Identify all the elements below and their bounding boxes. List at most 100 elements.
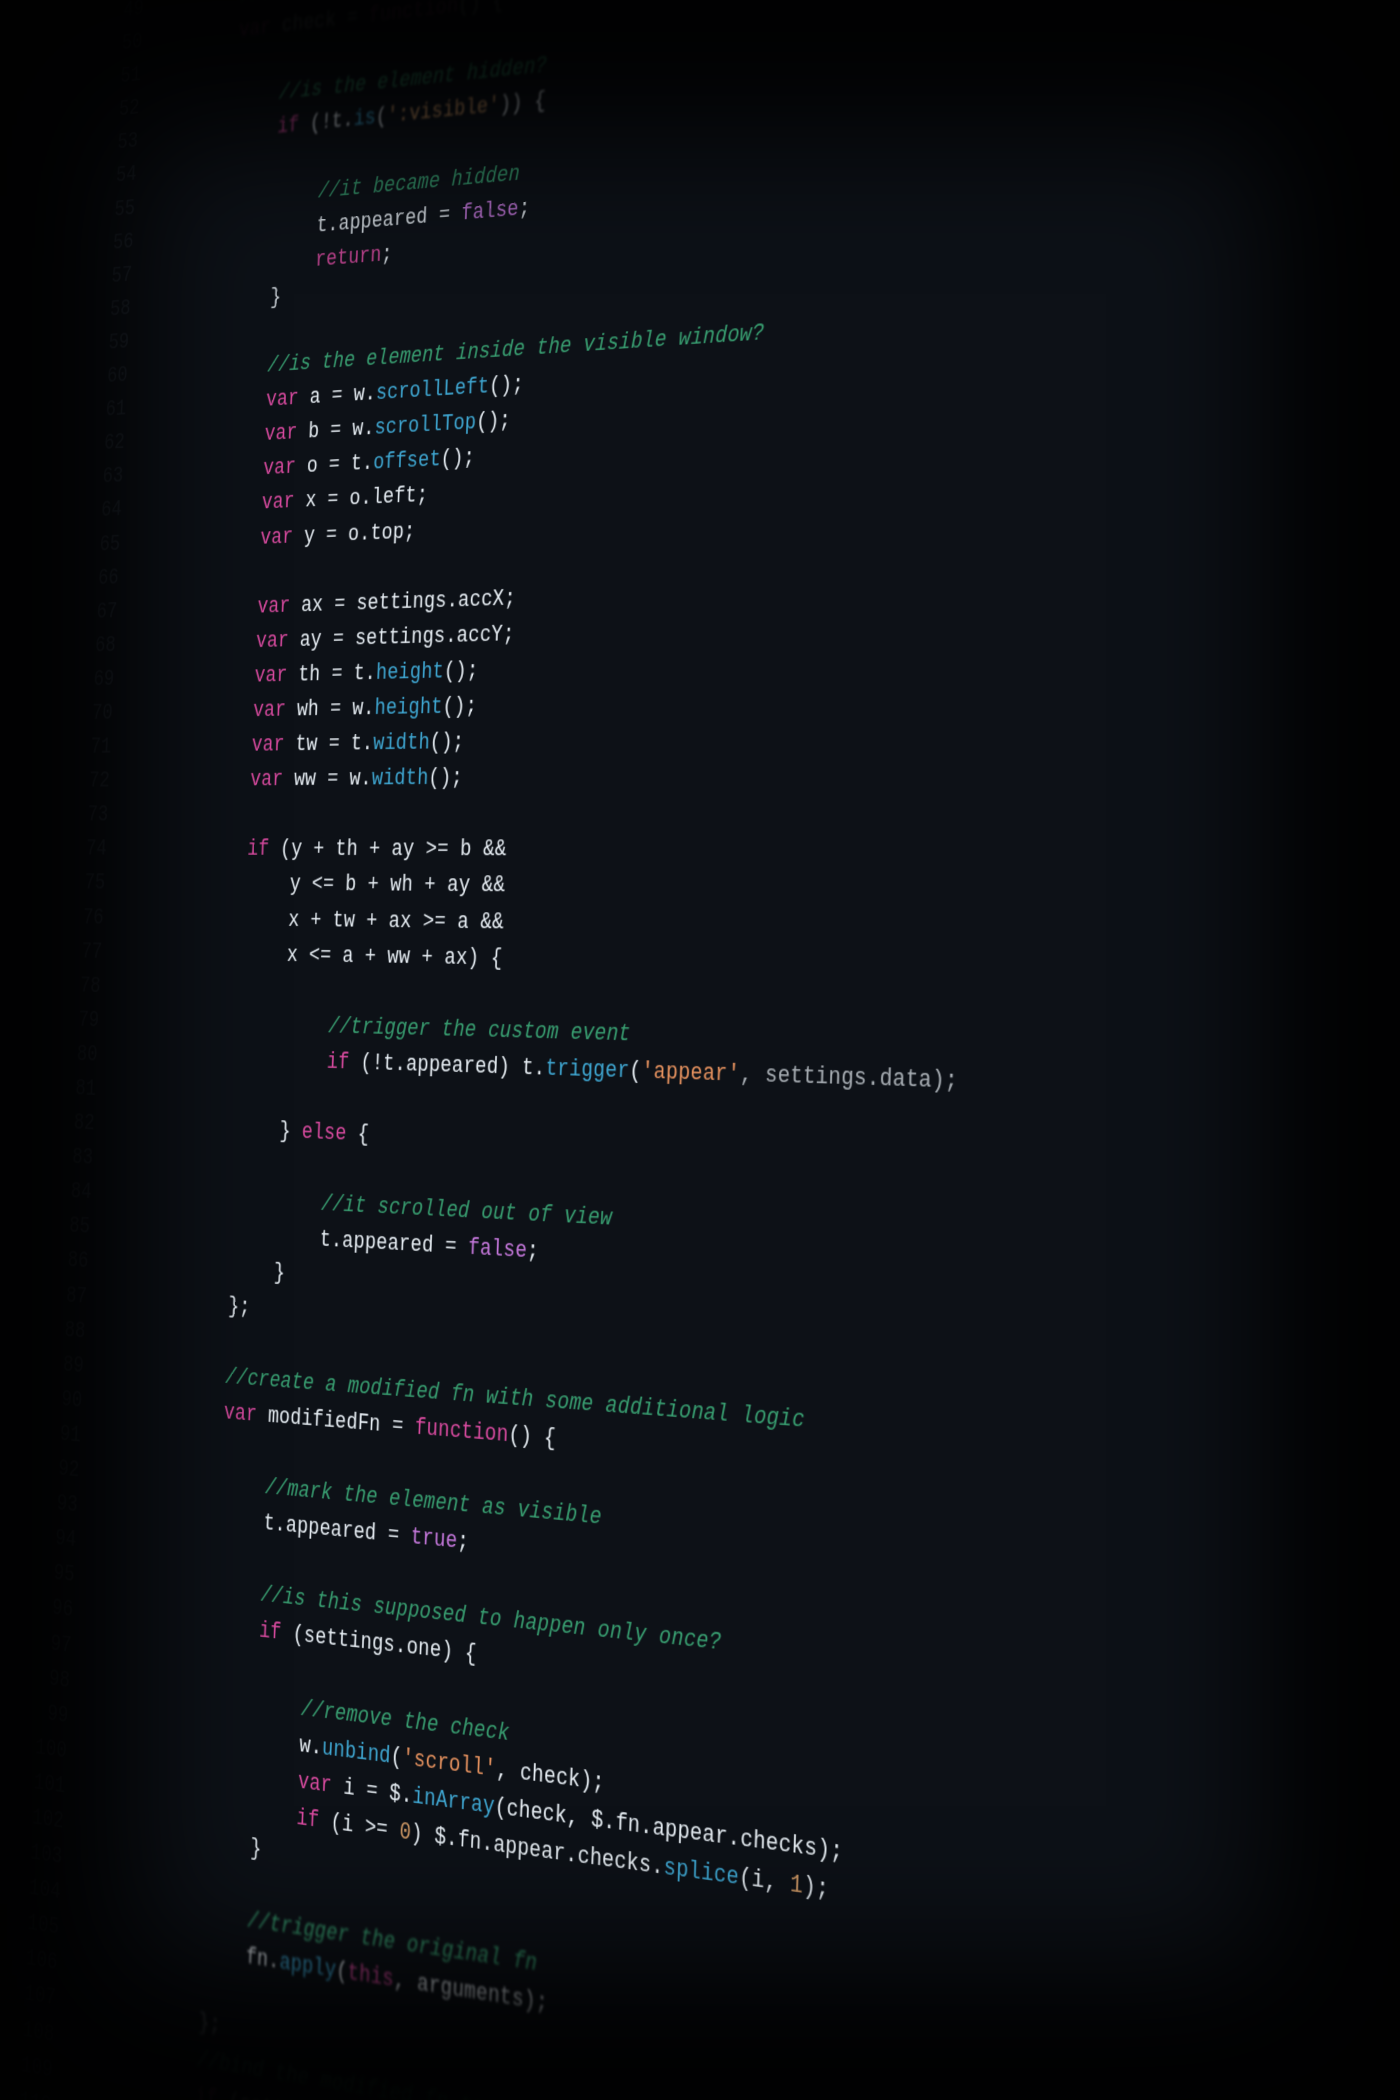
line-number: 63 xyxy=(69,460,124,496)
token: i xyxy=(331,1772,366,1803)
token: height xyxy=(374,694,443,721)
line-number: 73 xyxy=(53,799,109,833)
token: , settings.data); xyxy=(740,1061,959,1096)
token: var xyxy=(298,1768,333,1799)
token: th xyxy=(287,661,332,688)
token: () { xyxy=(458,0,504,19)
token: }; xyxy=(228,1293,251,1320)
line-number: 77 xyxy=(47,935,103,970)
token: (); xyxy=(442,693,477,720)
token: ; xyxy=(526,1238,539,1266)
line-number: 92 xyxy=(24,1449,80,1489)
token: ( xyxy=(299,111,322,138)
token: (); xyxy=(440,445,475,473)
token: var xyxy=(223,1399,257,1428)
token: (); xyxy=(428,765,463,791)
token: ; xyxy=(518,195,531,222)
token: $. xyxy=(377,1778,413,1810)
token: var xyxy=(256,628,290,654)
token: ':visible' xyxy=(386,93,500,130)
token: ( xyxy=(629,1058,642,1086)
token: o xyxy=(295,453,329,480)
line-number: 84 xyxy=(36,1173,92,1210)
line-number: 76 xyxy=(49,901,105,936)
token: ( xyxy=(349,1050,373,1077)
code-body[interactable]: //fires the appear event when appropriat… xyxy=(62,0,1400,2100)
line-number: 56 xyxy=(79,225,134,263)
line-number: 65 xyxy=(66,527,121,563)
token: o.left; xyxy=(338,483,429,513)
token: var xyxy=(260,524,294,551)
token: >= xyxy=(422,908,446,935)
token: //trigger the custom event xyxy=(328,1013,631,1047)
token: unbind xyxy=(322,1734,392,1769)
code-line[interactable]: if (y + th + ay >= b && xyxy=(119,831,1400,872)
token: ww xyxy=(283,766,328,792)
token: scrollTop xyxy=(374,410,477,441)
token: ax) { xyxy=(432,944,502,972)
token: a xyxy=(445,908,481,935)
token: x xyxy=(286,942,309,968)
token: var xyxy=(257,593,291,619)
token: scrollLeft xyxy=(375,374,489,407)
token: w. xyxy=(342,381,376,408)
token: x xyxy=(294,488,328,515)
line-number: 55 xyxy=(81,192,136,230)
token: (i xyxy=(319,1807,366,1840)
line-number: 68 xyxy=(61,629,117,664)
token: w. xyxy=(299,1732,323,1762)
token: splice xyxy=(663,1853,739,1891)
token: var xyxy=(263,455,297,482)
token: <= xyxy=(308,942,331,968)
token: (i, xyxy=(739,1863,791,1898)
line-number: 94 xyxy=(21,1518,77,1558)
token: wh xyxy=(285,696,330,722)
token: else xyxy=(301,1119,347,1147)
token: return xyxy=(315,242,382,273)
token: offset xyxy=(373,447,442,476)
token: is xyxy=(353,105,376,132)
token: ax xyxy=(290,591,335,618)
token: b xyxy=(334,872,369,898)
line-number: 87 xyxy=(32,1276,88,1314)
token: { xyxy=(346,1121,370,1148)
line-number: 71 xyxy=(56,731,112,766)
perspective-wrap: 4950515253545556575859606162636465666768… xyxy=(0,0,1400,2100)
token: t. xyxy=(339,731,374,757)
line-number: 82 xyxy=(40,1105,96,1142)
token: >= xyxy=(425,837,449,863)
token: var xyxy=(238,15,271,43)
token: ay xyxy=(435,872,482,899)
token: 'appear' xyxy=(641,1058,740,1088)
token: if xyxy=(277,113,300,140)
token: var xyxy=(251,732,285,758)
token: modifiedFn xyxy=(256,1402,392,1439)
line-number: 74 xyxy=(52,833,108,867)
token: (); xyxy=(489,372,525,400)
line-number: 89 xyxy=(29,1345,85,1384)
line-number: 93 xyxy=(22,1484,78,1524)
token: && xyxy=(481,873,505,900)
token: && xyxy=(480,909,504,936)
token: >= xyxy=(364,1814,388,1844)
token: th xyxy=(324,837,370,863)
token: settings.accY; xyxy=(343,621,515,652)
line-number: 78 xyxy=(46,969,102,1004)
line-number: 75 xyxy=(50,867,106,901)
token: function xyxy=(414,1414,508,1448)
line-number: 64 xyxy=(67,494,122,530)
token: var xyxy=(261,489,295,516)
token: t.appeared) t. xyxy=(383,1050,546,1081)
code-editor[interactable]: 4950515253545556575859606162636465666768… xyxy=(0,0,1400,2100)
token: if xyxy=(296,1804,320,1834)
token: t.appeared xyxy=(316,203,439,239)
line-number: 70 xyxy=(58,697,114,732)
token: } xyxy=(250,1835,262,1863)
token: } xyxy=(270,284,282,310)
line-number: 83 xyxy=(38,1139,94,1176)
token: function xyxy=(368,0,458,29)
token: y xyxy=(289,872,312,898)
token: if xyxy=(247,837,270,863)
line-number: 60 xyxy=(73,359,128,396)
token: } xyxy=(273,1260,285,1287)
